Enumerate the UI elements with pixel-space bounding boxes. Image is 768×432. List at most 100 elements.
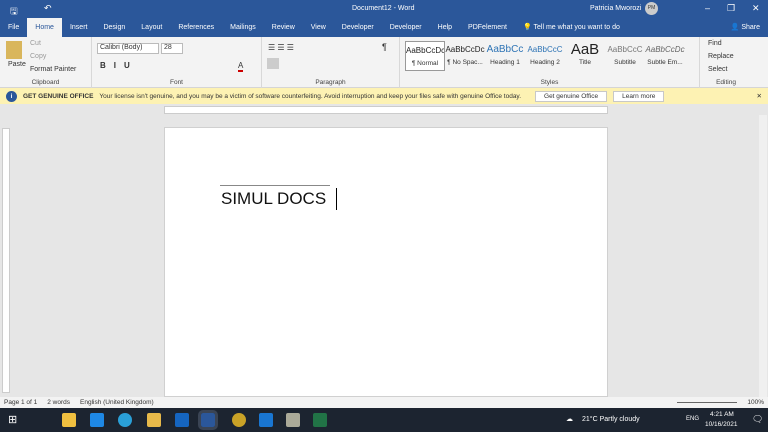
- cut-button[interactable]: Cut: [30, 40, 41, 47]
- page-count[interactable]: Page 1 of 1: [4, 399, 37, 406]
- paste-icon[interactable]: [6, 41, 22, 59]
- info-title: GET GENUINE OFFICE: [23, 93, 93, 100]
- style-heading-2[interactable]: AaBbCcCHeading 2: [525, 41, 565, 71]
- media-icon[interactable]: [259, 413, 273, 427]
- paragraph-group: ☰ ☰ ☰ ¶ Paragraph: [262, 37, 400, 88]
- vlc-icon[interactable]: [286, 413, 300, 427]
- style-subtle-emphasis[interactable]: AaBbCcDcSubtle Em...: [645, 41, 685, 71]
- tab-design[interactable]: Design: [95, 18, 133, 37]
- language-indicator[interactable]: ENG: [686, 416, 699, 422]
- weather-icon[interactable]: ☁: [566, 415, 573, 423]
- style-preview: AaBbCcDc: [645, 41, 685, 59]
- share-label: Share: [741, 24, 760, 31]
- tab-file[interactable]: File: [0, 18, 27, 37]
- style-name: Heading 1: [485, 59, 525, 66]
- window-title: Document12 - Word: [352, 5, 415, 12]
- style-preview: AaBbCcDc: [406, 42, 444, 60]
- tab-developer-2[interactable]: Developer: [382, 18, 430, 37]
- tab-references[interactable]: References: [170, 18, 222, 37]
- ribbon: Paste Cut Copy Format Painter Clipboard …: [0, 37, 768, 88]
- font-label: Font: [92, 79, 261, 86]
- style-name: Subtitle: [605, 59, 645, 66]
- editing-label: Editing: [700, 79, 752, 86]
- style-title[interactable]: AaBTitle: [565, 41, 605, 71]
- font-group: Calibri (Body) 28 BIU A Font: [92, 37, 262, 88]
- style-preview: AaBbCc: [485, 41, 525, 59]
- vertical-scrollbar[interactable]: [759, 115, 767, 397]
- format-painter-button[interactable]: Format Painter: [30, 66, 76, 73]
- select-button[interactable]: Select: [708, 66, 727, 73]
- font-format-buttons[interactable]: BIU: [100, 61, 138, 70]
- tab-layout[interactable]: Layout: [133, 18, 170, 37]
- tell-me-text: Tell me what you want to do: [534, 24, 620, 31]
- weather-text[interactable]: 21°C Partly cloudy: [582, 416, 640, 423]
- learn-more-button[interactable]: Learn more: [613, 91, 664, 102]
- font-name-select[interactable]: Calibri (Body): [97, 43, 159, 54]
- document-page[interactable]: SIMUL DOCS: [164, 127, 608, 397]
- tell-me-search[interactable]: 💡 Tell me what you want to do: [515, 18, 628, 37]
- style-no-spacing[interactable]: AaBbCcDc¶ No Spac...: [445, 41, 485, 71]
- style-normal[interactable]: AaBbCcDc¶ Normal: [405, 41, 445, 71]
- word-icon[interactable]: [201, 413, 215, 427]
- word-count[interactable]: 2 words: [47, 399, 70, 406]
- find-button[interactable]: Find: [708, 40, 722, 47]
- excel-icon[interactable]: [313, 413, 327, 427]
- style-name: Subtle Em...: [645, 59, 685, 66]
- font-size-select[interactable]: 28: [161, 43, 183, 54]
- get-genuine-office-button[interactable]: Get genuine Office: [535, 91, 607, 102]
- clipboard-label: Clipboard: [0, 79, 91, 86]
- copy-button[interactable]: Copy: [30, 53, 46, 60]
- explorer-icon[interactable]: [147, 413, 161, 427]
- language-status[interactable]: English (United Kingdom): [80, 399, 154, 406]
- show-marks-icon[interactable]: ¶: [382, 42, 387, 52]
- notifications-icon[interactable]: 🗨: [752, 414, 763, 425]
- zoom-slider[interactable]: [677, 402, 737, 403]
- tab-help[interactable]: Help: [430, 18, 460, 37]
- zoom-level[interactable]: 100%: [747, 399, 764, 406]
- style-heading-1[interactable]: AaBbCcHeading 1: [485, 41, 525, 71]
- clock-date[interactable]: 10/16/2021: [705, 421, 738, 428]
- undo-icon[interactable]: ↶: [44, 3, 52, 14]
- tab-pdfelement[interactable]: PDFelement: [460, 18, 515, 37]
- align-left-button[interactable]: [267, 58, 279, 69]
- font-color-icon[interactable]: A: [238, 61, 243, 72]
- tab-insert[interactable]: Insert: [62, 18, 96, 37]
- tab-home[interactable]: Home: [27, 18, 62, 37]
- text-cursor: [336, 188, 337, 210]
- info-message: Your license isn't genuine, and you may …: [99, 93, 521, 100]
- style-name: ¶ No Spac...: [445, 59, 485, 66]
- edge-icon[interactable]: [118, 413, 132, 427]
- restore-icon[interactable]: ❐: [727, 3, 735, 14]
- mail-icon[interactable]: [90, 413, 104, 427]
- app-icon[interactable]: [175, 413, 189, 427]
- start-icon[interactable]: ⊞: [8, 413, 17, 426]
- close-info-icon[interactable]: ✕: [757, 92, 762, 100]
- clock-time[interactable]: 4:21 AM: [710, 411, 734, 418]
- avatar[interactable]: PM: [645, 2, 658, 15]
- style-preview: AaBbCcC: [605, 41, 645, 59]
- style-preview: AaB: [565, 41, 605, 59]
- minimize-icon[interactable]: –: [705, 3, 710, 13]
- tab-view[interactable]: View: [303, 18, 334, 37]
- user-name[interactable]: Patricia Mworozi: [590, 5, 641, 12]
- paste-button[interactable]: Paste: [8, 61, 26, 68]
- chrome-icon[interactable]: [232, 413, 246, 427]
- share-button[interactable]: 👤 Share: [723, 18, 768, 37]
- style-name: ¶ Normal: [406, 60, 444, 67]
- horizontal-ruler[interactable]: [164, 106, 608, 114]
- style-name: Title: [565, 59, 605, 66]
- store-icon[interactable]: [62, 413, 76, 427]
- tab-review[interactable]: Review: [264, 18, 303, 37]
- styles-group: AaBbCcDc¶ Normal AaBbCcDc¶ No Spac... Aa…: [400, 37, 700, 88]
- editing-group: Find Replace Select Editing: [700, 37, 752, 88]
- document-text[interactable]: SIMUL DOCS: [221, 189, 326, 209]
- bullets-icon[interactable]: ☰ ☰ ☰: [268, 43, 294, 52]
- replace-button[interactable]: Replace: [708, 53, 734, 60]
- tab-developer[interactable]: Developer: [334, 18, 382, 37]
- tab-mailings[interactable]: Mailings: [222, 18, 264, 37]
- style-subtitle[interactable]: AaBbCcCSubtitle: [605, 41, 645, 71]
- status-bar: Page 1 of 1 2 words English (United King…: [0, 397, 768, 408]
- close-icon[interactable]: ✕: [752, 3, 760, 14]
- vertical-ruler[interactable]: [2, 128, 10, 393]
- header-line: [220, 185, 330, 186]
